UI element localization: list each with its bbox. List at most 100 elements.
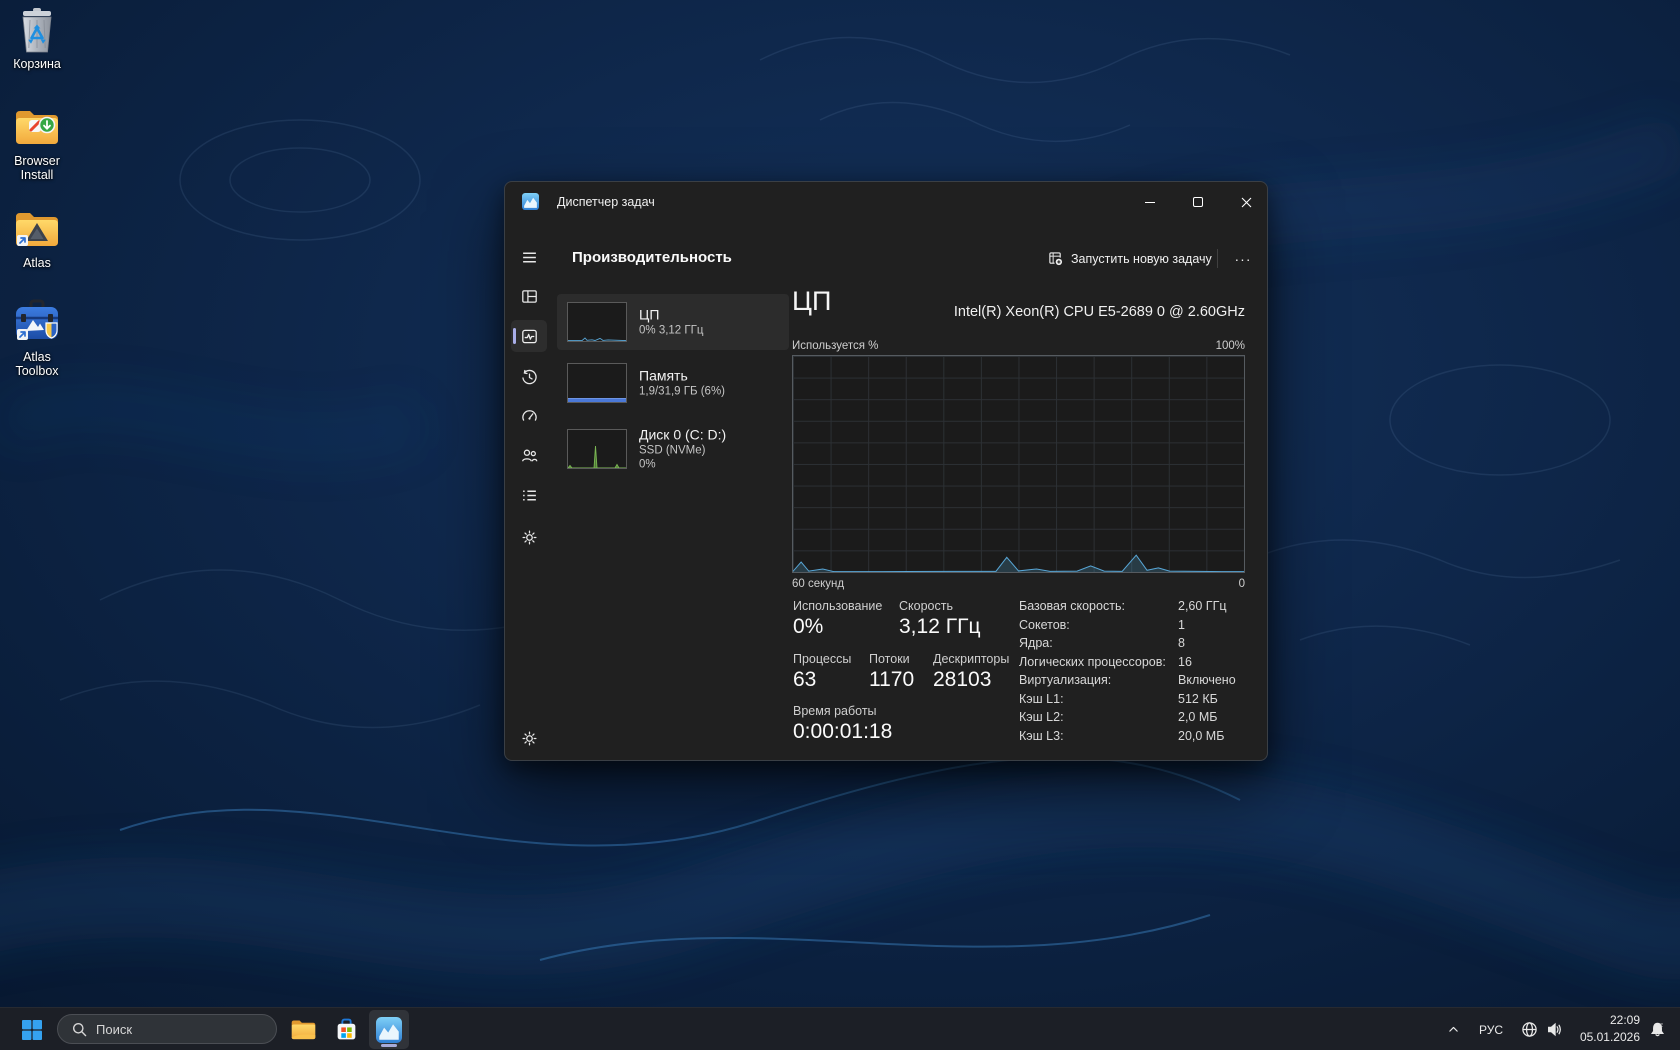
chart-ymax-label: 100% bbox=[1216, 340, 1245, 352]
desktop-icon-browser-install[interactable]: Browser Install bbox=[1, 103, 73, 182]
clock[interactable]: 22:09 05.01.2026 bbox=[1566, 1012, 1640, 1048]
taskbar: Поиск bbox=[0, 1007, 1680, 1050]
processes-icon bbox=[521, 288, 538, 305]
volume-icon bbox=[1546, 1021, 1563, 1038]
usage-value: 0% bbox=[793, 615, 823, 639]
threads-label: Потоки bbox=[869, 652, 910, 666]
speed-label: Скорость bbox=[899, 599, 953, 613]
chart-xlabel-left: 60 секунд bbox=[792, 578, 844, 590]
cpu-mini-graph bbox=[567, 302, 627, 342]
desktop-icon-atlas[interactable]: Atlas bbox=[1, 205, 73, 270]
microsoft-store-icon bbox=[334, 1017, 359, 1042]
search-placeholder: Поиск bbox=[96, 1022, 132, 1037]
detail-row: Сокетов:1 bbox=[1019, 618, 1245, 636]
network-volume-button[interactable] bbox=[1513, 1010, 1571, 1049]
processor-name: Intel(R) Xeon(R) CPU E5-2689 0 @ 2.60GHz bbox=[954, 304, 1245, 320]
detail-row: Виртуализация:Включено bbox=[1019, 673, 1245, 691]
taskbar-task-manager-button[interactable] bbox=[369, 1010, 409, 1049]
detail-row: Базовая скорость:2,60 ГГц bbox=[1019, 599, 1245, 617]
uptime-value: 0:00:01:18 bbox=[793, 720, 892, 744]
tray-time: 22:09 bbox=[1566, 1012, 1640, 1029]
desktop-icon-label: Atlas Toolbox bbox=[1, 350, 73, 378]
desktop-icon-recycle-bin[interactable]: Корзина bbox=[1, 6, 73, 71]
processes-label: Процессы bbox=[793, 652, 851, 666]
cpu-detail-pane: ЦП Intel(R) Xeon(R) CPU E5-2689 0 @ 2.60… bbox=[791, 282, 1245, 752]
window-title: Диспетчер задач bbox=[557, 195, 655, 209]
taskbar-file-explorer-button[interactable] bbox=[283, 1010, 323, 1049]
taskbar-store-button[interactable] bbox=[326, 1010, 366, 1049]
selected-indicator bbox=[513, 328, 516, 344]
perf-item-subtitle2: 0% bbox=[639, 458, 726, 472]
perf-list-item-cpu[interactable]: ЦП 0% 3,12 ГГц bbox=[557, 294, 789, 350]
detail-row: Ядра:8 bbox=[1019, 636, 1245, 654]
perf-item-subtitle: 1,9/31,9 ГБ (6%) bbox=[639, 385, 725, 399]
tray-date: 05.01.2026 bbox=[1566, 1029, 1640, 1046]
svg-text:z: z bbox=[1660, 1023, 1663, 1029]
sidebar-item-performance[interactable] bbox=[511, 320, 547, 352]
detail-row: Логических процессоров:16 bbox=[1019, 655, 1245, 673]
gauge-icon bbox=[521, 408, 538, 425]
speed-value: 3,12 ГГц bbox=[899, 615, 980, 639]
language-code: РУС bbox=[1479, 1023, 1503, 1037]
language-indicator[interactable]: РУС bbox=[1472, 1010, 1510, 1049]
settings-gear-icon bbox=[521, 730, 538, 747]
detail-row: Кэш L1:512 КБ bbox=[1019, 692, 1245, 710]
chart-ylabel: Используется % bbox=[792, 340, 878, 352]
desktop: Корзина Browser Install bbox=[0, 0, 1680, 1050]
run-new-task-label: Запустить новую задачу bbox=[1071, 252, 1212, 266]
perf-list-item-disk[interactable]: Диск 0 (C: D:) SSD (NVMe) 0% bbox=[557, 420, 789, 478]
users-icon bbox=[521, 447, 538, 464]
perf-item-title: Память bbox=[639, 368, 725, 385]
memory-mini-graph bbox=[567, 363, 627, 403]
menu-toggle-button[interactable] bbox=[511, 241, 547, 273]
details-list-icon bbox=[521, 487, 538, 504]
sidebar-item-startup-apps[interactable] bbox=[511, 400, 547, 432]
new-task-icon bbox=[1048, 251, 1063, 266]
page-title: Производительность bbox=[572, 249, 732, 266]
start-button[interactable] bbox=[12, 1010, 52, 1049]
run-new-task-button[interactable]: Запустить новую задачу bbox=[1038, 243, 1222, 274]
title-bar[interactable]: Диспетчер задач bbox=[505, 182, 1267, 222]
chart-xlabel-right: 0 bbox=[1239, 578, 1245, 590]
close-button[interactable] bbox=[1223, 182, 1268, 222]
network-globe-icon bbox=[1521, 1021, 1538, 1038]
browser-install-folder-icon bbox=[13, 103, 61, 151]
minimize-button[interactable] bbox=[1127, 182, 1173, 222]
perf-item-subtitle: SSD (NVMe) bbox=[639, 444, 726, 458]
chevron-up-icon bbox=[1447, 1023, 1460, 1036]
services-gear-icon bbox=[521, 529, 538, 546]
cpu-usage-chart[interactable] bbox=[792, 355, 1245, 573]
more-options-button[interactable]: ··· bbox=[1224, 243, 1262, 274]
perf-item-title: ЦП bbox=[639, 307, 703, 324]
sidebar-item-users[interactable] bbox=[511, 439, 547, 471]
sidebar-item-processes[interactable] bbox=[511, 280, 547, 312]
maximize-button[interactable] bbox=[1175, 182, 1221, 222]
sidebar-item-details[interactable] bbox=[511, 479, 547, 511]
detail-row: Кэш L2:2,0 МБ bbox=[1019, 710, 1245, 728]
cpu-usage-fill bbox=[793, 555, 1244, 572]
task-manager-window: Диспетчер задач bbox=[504, 181, 1268, 761]
usage-label: Использование bbox=[793, 599, 882, 613]
perf-item-title: Диск 0 (C: D:) bbox=[639, 427, 726, 444]
search-input[interactable]: Поиск bbox=[57, 1014, 277, 1044]
task-manager-icon bbox=[376, 1017, 402, 1043]
atlas-toolbox-icon bbox=[13, 299, 61, 347]
desktop-icon-atlas-toolbox[interactable]: Atlas Toolbox bbox=[1, 299, 73, 378]
perf-list-item-memory[interactable]: Память 1,9/31,9 ГБ (6%) bbox=[557, 358, 789, 408]
tray-chevron-button[interactable] bbox=[1438, 1010, 1468, 1049]
uptime-label: Время работы bbox=[793, 704, 877, 718]
detail-row: Кэш L3:20,0 МБ bbox=[1019, 729, 1245, 747]
settings-button[interactable] bbox=[511, 722, 547, 754]
active-app-indicator bbox=[381, 1044, 397, 1047]
desktop-icon-label: Корзина bbox=[1, 57, 73, 71]
desktop-icon-label: Browser Install bbox=[1, 154, 73, 182]
handles-label: Дескрипторы bbox=[933, 652, 1009, 666]
processes-value: 63 bbox=[793, 668, 816, 692]
file-explorer-icon bbox=[290, 1016, 317, 1043]
search-icon bbox=[72, 1022, 87, 1037]
sidebar-item-services[interactable] bbox=[511, 521, 547, 553]
bell-dnd-icon: z bbox=[1649, 1021, 1666, 1038]
cpu-heading: ЦП bbox=[792, 286, 831, 317]
notification-bell-button[interactable]: z bbox=[1642, 1010, 1672, 1049]
sidebar-item-app-history[interactable] bbox=[511, 361, 547, 393]
